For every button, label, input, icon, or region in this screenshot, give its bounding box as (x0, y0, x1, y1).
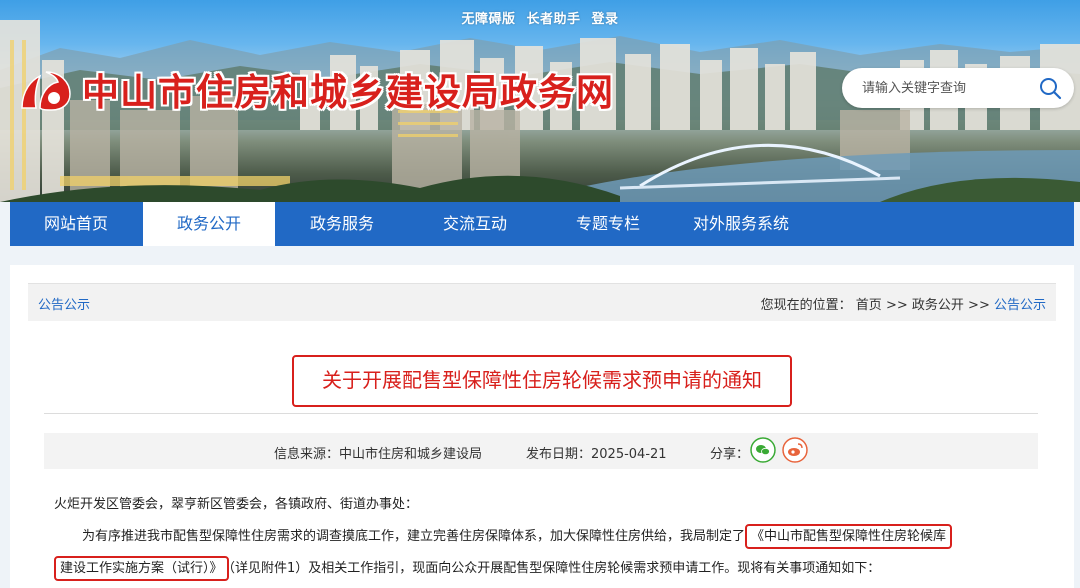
breadcrumb-gov-affairs[interactable]: 政务公开 (912, 298, 964, 313)
highlighted-document-title-part1: 《中山市配售型保障性住房轮候库 (745, 524, 953, 549)
nav-item-interaction[interactable]: 交流互动 (409, 202, 541, 246)
breadcrumb-current[interactable]: 公告公示 (994, 298, 1046, 313)
search-input[interactable] (862, 78, 1032, 98)
search-icon[interactable] (1038, 76, 1062, 100)
nav-item-topics[interactable]: 专题专栏 (542, 202, 674, 246)
info-source: 信息来源：中山市住房和城乡建设局 (274, 447, 483, 462)
paragraph-text: （详见附件1）及相关工作指引，现面向公众开展配售型保障性住房轮候需求预申请工作。… (228, 561, 881, 576)
article-paragraph-salutation: 火炬开发区管委会，翠亨新区管委会，各镇政府、街道办事处： (54, 497, 419, 512)
section-bar: 公告公示 您现在的位置： 首页 >> 政务公开 >> 公告公示 (28, 283, 1056, 321)
site-title[interactable]: 中山市住房和城乡建设局政务网 (81, 62, 614, 116)
wechat-share-icon[interactable] (750, 437, 776, 463)
breadcrumb-prefix: 您现在的位置： (760, 298, 852, 313)
nav-item-gov-affairs[interactable]: 政务公开 (143, 202, 275, 246)
nav-item-services[interactable]: 政务服务 (276, 202, 408, 246)
article-title: 关于开展配售型保障性住房轮候需求预申请的通知 (292, 355, 792, 407)
search-box (842, 68, 1074, 108)
nav-item-home[interactable]: 网站首页 (10, 202, 142, 246)
accessible-version-link[interactable]: 无障碍版 (461, 12, 515, 27)
elder-assistant-link[interactable]: 长者助手 (526, 12, 580, 27)
publish-date: 发布日期：2025-04-21 (526, 447, 667, 462)
site-logo-icon[interactable] (16, 66, 74, 114)
section-title[interactable]: 公告公示 (38, 294, 90, 313)
breadcrumb-home[interactable]: 首页 (856, 298, 882, 313)
top-links: 无障碍版 长者助手 登录 (0, 8, 1080, 27)
nav-item-external-systems[interactable]: 对外服务系统 (675, 202, 807, 246)
article-paragraph-1-cont: 建设工作实施方案（试行）》 （详见附件1）及相关工作指引，现面向公众开展配售型保障… (54, 556, 881, 581)
content-panel: 公告公示 您现在的位置： 首页 >> 政务公开 >> 公告公示 关于开展配售型保… (10, 265, 1074, 588)
article-meta: 信息来源：中山市住房和城乡建设局 发布日期：2025-04-21 分享： (44, 433, 1038, 469)
main-nav: 网站首页 政务公开 政务服务 交流互动 专题专栏 对外服务系统 (10, 202, 1074, 246)
breadcrumb-sep: >> (885, 298, 908, 313)
title-divider (44, 413, 1038, 414)
weibo-share-icon[interactable] (782, 437, 808, 463)
paragraph-text: 为有序推进我市配售型保障性住房需求的调查摸底工作，建立完善住房保障体系，加大保障… (82, 529, 746, 544)
header-banner: 无障碍版 长者助手 登录 中山市住房和城乡建设局政务网 (0, 0, 1080, 202)
article-paragraph-1: 为有序推进我市配售型保障性住房需求的调查摸底工作，建立完善住房保障体系，加大保障… (82, 524, 953, 549)
breadcrumb-sep: >> (968, 298, 990, 313)
share-label: 分享： (710, 447, 750, 462)
login-link[interactable]: 登录 (592, 12, 619, 27)
highlighted-document-title-part2: 建设工作实施方案（试行）》 (54, 556, 229, 581)
breadcrumb: 您现在的位置： 首页 >> 政务公开 >> 公告公示 (761, 294, 1046, 313)
